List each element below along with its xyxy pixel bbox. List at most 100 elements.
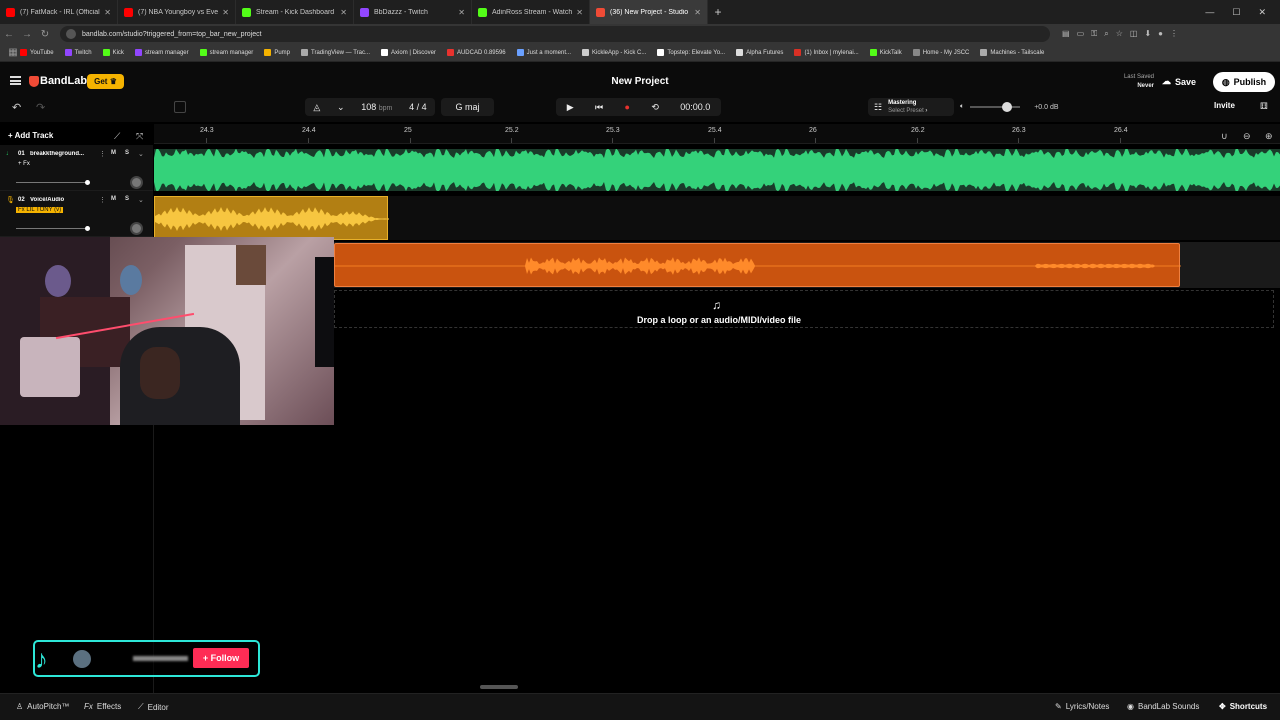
close-tab-icon[interactable]: ✕ xyxy=(222,8,229,17)
zoom-in-icon[interactable]: ⊕ xyxy=(1265,131,1273,142)
add-track-button[interactable]: + Add Track xyxy=(8,131,53,140)
track-fx-button[interactable]: Fx LIL TONY (v) xyxy=(16,207,64,213)
metronome-icon[interactable]: ◬ xyxy=(313,102,320,113)
new-tab-button[interactable]: + xyxy=(708,0,728,24)
bookmark-item[interactable]: (1) Inbox | mylenai... xyxy=(794,49,859,56)
wand-icon[interactable]: ⟋ xyxy=(114,131,120,142)
zoom-icon[interactable]: ⌕ xyxy=(1104,29,1108,39)
screen-icon[interactable]: ▭ xyxy=(1077,29,1085,39)
key-selector[interactable]: G maj xyxy=(441,98,494,116)
url-field[interactable]: bandlab.com/studio?triggered_from=top_ba… xyxy=(60,26,1050,42)
get-membership-button[interactable]: Get ♛ xyxy=(87,74,124,89)
close-tab-icon[interactable]: ✕ xyxy=(340,8,347,17)
track-fx-button[interactable]: + Fx xyxy=(16,161,32,167)
redo-icon[interactable]: ↷ xyxy=(36,101,45,114)
bookmark-item[interactable]: AUDCAD 0.89596 xyxy=(446,49,506,56)
bookmark-item[interactable]: TradingView — Trac... xyxy=(301,49,370,56)
autopitch-button[interactable]: ♙ AutoPitch™ xyxy=(16,702,69,711)
speaker-icon[interactable]: 🔈︎ xyxy=(960,103,964,111)
track-header[interactable]: 🎙︎ 02 Voice/Audio ⋮ M S ⌄ Fx LIL TONY (v) xyxy=(0,191,153,237)
browser-tab[interactable]: BbDazzz - Twitch ✕ xyxy=(354,0,472,24)
editor-button[interactable]: ⟋ Editor xyxy=(138,702,169,712)
invite-button[interactable]: Invite xyxy=(1214,101,1235,110)
bookmark-item[interactable]: YouTube xyxy=(20,49,54,56)
bookmark-item[interactable]: KickTalk xyxy=(869,49,902,56)
bookmark-item[interactable]: Machines - Tailscale xyxy=(980,49,1044,56)
browser-tab[interactable]: (7) NBA Youngboy vs Everybod...✕ xyxy=(118,0,236,24)
bookmark-item[interactable]: Axiom | Discover xyxy=(381,49,436,56)
profile-icon[interactable]: ● xyxy=(1158,29,1163,39)
tempo-value[interactable]: 108 bpm xyxy=(361,102,392,112)
extension-icon[interactable]: ◫ xyxy=(1130,29,1138,39)
site-info-icon[interactable] xyxy=(66,29,76,39)
mute-button[interactable]: M xyxy=(111,150,116,156)
close-tab-icon[interactable]: ✕ xyxy=(104,8,111,17)
follow-button[interactable]: + Follow xyxy=(193,648,249,668)
close-tab-icon[interactable]: ✕ xyxy=(458,8,465,17)
grid-icon[interactable] xyxy=(174,101,186,113)
time-signature[interactable]: 4 / 4 xyxy=(409,102,427,112)
bookmark-item[interactable]: Home - My JSCC xyxy=(912,49,969,56)
shortcuts-button[interactable]: ✥ Shortcuts xyxy=(1219,702,1267,711)
chevron-down-icon[interactable]: ⌄ xyxy=(138,150,144,158)
track-volume-slider[interactable] xyxy=(16,180,90,185)
minimize-button[interactable]: — xyxy=(1205,7,1214,17)
browser-tab[interactable]: (36) New Project - Studio ✕ xyxy=(590,0,708,24)
close-tab-icon[interactable]: ✕ xyxy=(576,8,583,17)
track-name[interactable]: Voice/Audio xyxy=(30,197,92,203)
track-header[interactable]: ♩ 01 breakktheground... ⋮ M S ⌄ + Fx xyxy=(0,145,153,191)
solo-button[interactable]: S xyxy=(125,150,129,156)
save-page-icon[interactable]: ⬇ xyxy=(1144,29,1151,39)
bookmark-item[interactable]: Kick xyxy=(102,49,124,56)
hamburger-icon[interactable] xyxy=(10,76,21,85)
gift-icon[interactable]: ⚅ xyxy=(1260,101,1268,112)
rewind-icon[interactable]: ⏮ xyxy=(595,102,603,113)
solo-button[interactable]: S xyxy=(125,196,129,202)
close-window-button[interactable]: ✕ xyxy=(1258,7,1266,18)
bookmark-item[interactable]: Pump xyxy=(264,49,290,56)
mute-button[interactable]: M xyxy=(111,196,116,202)
apps-icon[interactable]: ▦ xyxy=(6,47,20,58)
browser-tab[interactable]: (7) FatMack - IRL (Official Mus... ✕ xyxy=(0,0,118,24)
maximize-button[interactable]: ☐ xyxy=(1232,7,1240,18)
bookmark-item[interactable]: Topstep: Elevate Yo... xyxy=(657,49,725,56)
menu-icon[interactable]: ⋮ xyxy=(1170,29,1178,39)
effects-button[interactable]: Fx Effects xyxy=(84,702,121,711)
more-icon[interactable]: ⋮ xyxy=(99,196,106,204)
track-name[interactable]: breakktheground... xyxy=(30,151,92,157)
forward-icon[interactable]: → xyxy=(18,29,36,40)
bookmark-item[interactable]: Alpha Futures xyxy=(736,49,783,56)
track-pan-knob[interactable] xyxy=(130,176,143,189)
horizontal-scrollbar[interactable] xyxy=(480,685,518,689)
bookmark-item[interactable]: Just a moment... xyxy=(516,49,571,56)
zoom-out-icon[interactable]: ⊖ xyxy=(1243,131,1251,142)
close-tab-icon[interactable]: ✕ xyxy=(694,8,701,17)
more-icon[interactable]: ⋮ xyxy=(99,150,106,158)
publish-button[interactable]: ◍ Publish xyxy=(1213,72,1275,92)
save-button[interactable]: ☁ Save xyxy=(1162,73,1207,90)
translate-icon[interactable]: ▤ xyxy=(1062,29,1070,39)
browser-tab[interactable]: AdinRoss Stream - Watch Live ...✕ xyxy=(472,0,590,24)
undo-icon[interactable]: ↶ xyxy=(12,101,21,114)
fit-icon[interactable]: ⤧ xyxy=(136,131,143,142)
chevron-down-icon[interactable]: ⌄ xyxy=(138,196,144,204)
back-icon[interactable]: ← xyxy=(0,29,18,40)
magnet-icon[interactable]: ∪ xyxy=(1221,131,1228,142)
key-icon[interactable]: ⚿ xyxy=(1091,29,1097,39)
timeline-ruler[interactable]: 24.3 24.4 25 25.2 25.3 25.4 26 26.2 26.3 26.4 xyxy=(154,124,1280,144)
play-icon[interactable]: ▶ xyxy=(567,102,574,113)
bookmark-item[interactable]: Twitch xyxy=(64,49,92,56)
track-lane-1[interactable] xyxy=(154,147,1280,193)
browser-tab[interactable]: Stream - Kick Dashboard ✕ xyxy=(236,0,354,24)
audio-clip-recording[interactable] xyxy=(334,243,1181,287)
loop-icon[interactable]: ⟲ xyxy=(651,102,659,113)
lyrics-button[interactable]: ✎ Lyrics/Notes xyxy=(1055,702,1109,711)
bookmark-item[interactable]: KickleApp - Kick C... xyxy=(582,49,646,56)
record-icon[interactable]: ● xyxy=(625,102,630,112)
bookmark-item[interactable]: stream manager xyxy=(199,49,253,56)
bandlab-sounds-button[interactable]: ◉ BandLab Sounds xyxy=(1127,702,1199,711)
track-pan-knob[interactable] xyxy=(130,222,143,235)
bookmark-item[interactable]: stream manager xyxy=(134,49,189,56)
tempo-settings[interactable]: ◬ ⌄ 108 bpm 4 / 4 xyxy=(305,98,435,116)
volume-slider[interactable] xyxy=(970,102,1021,112)
